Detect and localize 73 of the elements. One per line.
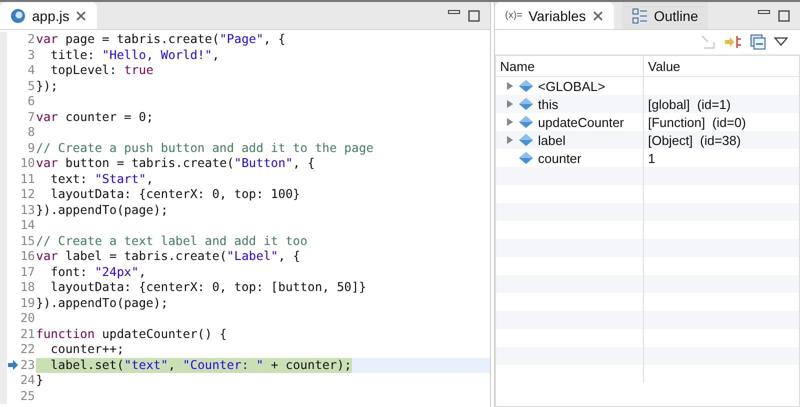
line-number: 19 (20, 296, 36, 311)
code-line: font: "24px", (50, 264, 146, 280)
code-line: text: "Start", (50, 172, 154, 187)
collapse-all-icon (750, 34, 766, 50)
code-line: topLevel: true (50, 63, 154, 78)
view-tab[interactable]: (x)= Variables (495, 2, 614, 29)
code-line: // Create a push button and add it to the page (36, 140, 374, 156)
line-number: 4 (28, 63, 36, 78)
code-line: }).appendTo(page); (36, 202, 168, 218)
toolbar-icon (700, 34, 716, 50)
line-number: 14 (20, 218, 36, 234)
line-number: 18 (20, 280, 36, 296)
code-line: var counter = 0; (36, 110, 154, 125)
maximize-icon (468, 10, 480, 22)
variable-value: 1 (648, 150, 656, 166)
variable-value: [Function] (id=0) (648, 114, 746, 130)
line-number: 20 (20, 311, 36, 326)
line-number: 25 (20, 388, 36, 404)
code-line: var button = tabris.create("Button", { (36, 156, 315, 172)
variable-name: label (538, 132, 566, 148)
code-line: // Create a text label and add it too (36, 234, 308, 249)
line-number: 16 (20, 249, 36, 264)
code-line: function updateCounter() { (36, 326, 227, 342)
code-line: var label = tabris.create("Label", { (36, 249, 300, 264)
close-icon (592, 10, 604, 22)
line-number: 8 (28, 125, 36, 140)
globe-icon (10, 8, 26, 24)
line-number: 10 (20, 156, 36, 172)
outline-icon (632, 8, 648, 24)
line-number: 11 (20, 172, 36, 187)
arrow-icon (724, 34, 742, 50)
line-number: 7 (28, 110, 36, 125)
column-header[interactable]: Value (644, 56, 799, 76)
view-tab[interactable]: Outline (622, 2, 708, 29)
line-number: 24 (20, 373, 36, 388)
line-number: 15 (20, 234, 36, 249)
view-menu-icon (774, 37, 788, 47)
variable-name: this (538, 96, 558, 112)
diamond-icon (519, 98, 533, 110)
code-line: var page = tabris.create("Page", { (36, 32, 286, 48)
column-header[interactable]: Name (496, 56, 644, 76)
variable-name: counter (538, 150, 582, 166)
line-number: 12 (20, 187, 36, 202)
code-line: title: "Hello, World!", (50, 48, 220, 63)
code-line: } (36, 373, 44, 388)
close-icon (75, 10, 88, 22)
line-number: 21 (20, 326, 36, 342)
code-line: }); (36, 78, 58, 94)
minimize-icon (448, 10, 460, 14)
variable-value: [global] (id=1) (648, 96, 731, 112)
editor-tab[interactable]: app.js (0, 2, 98, 29)
variable-name: <GLOBAL> (538, 78, 606, 94)
diamond-icon (519, 80, 533, 92)
minimize-icon (758, 10, 770, 14)
diamond-icon (519, 116, 533, 128)
line-number: 13 (20, 202, 36, 218)
code-line: layoutData: {centerX: 0, top: [button, 50]} (50, 280, 366, 296)
maximize-icon (778, 10, 790, 22)
code-line: }).appendTo(page); (36, 296, 168, 311)
line-number: 3 (28, 48, 36, 63)
line-number: 9 (28, 140, 36, 156)
code-line: layoutData: {centerX: 0, top: 100} (50, 187, 300, 202)
diamond-icon (519, 134, 533, 146)
line-number: 2 (28, 32, 36, 48)
line-number: 5 (28, 78, 36, 94)
line-number: 23 (20, 358, 36, 373)
diamond-icon (519, 152, 533, 164)
variable-value: [Object] (id=38) (648, 132, 741, 148)
line-number: 6 (28, 94, 36, 110)
variable-name: updateCounter (538, 114, 624, 130)
line-number: 17 (20, 264, 36, 280)
line-number: 22 (20, 342, 36, 358)
code-line: counter++; (50, 342, 124, 358)
